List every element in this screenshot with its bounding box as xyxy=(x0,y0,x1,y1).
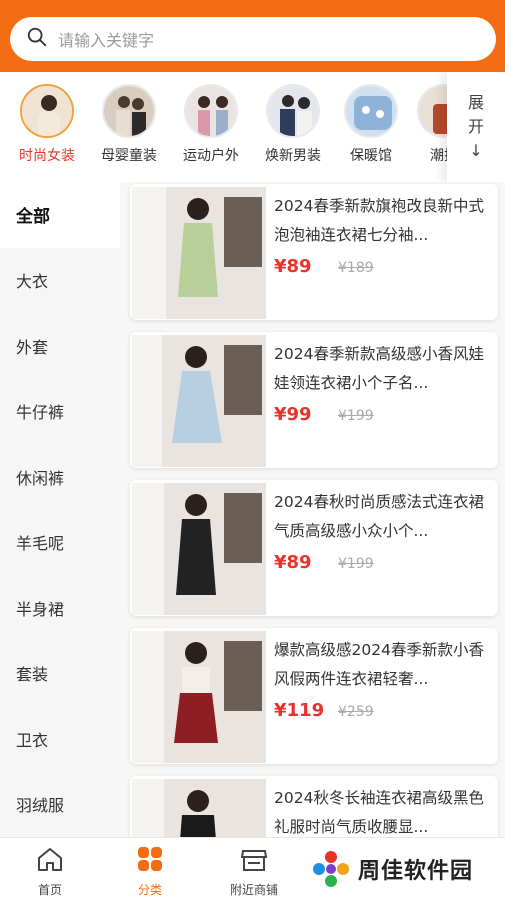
product-title: 2024秋冬长袖连衣裙高级黑色礼服时尚气质收腰显... xyxy=(274,789,484,836)
category-label: 保暖馆 xyxy=(350,148,392,164)
product-price: ¥119 xyxy=(274,700,325,721)
category-label: 母婴童装 xyxy=(101,148,157,164)
sidebar-item-suit[interactable]: 套装 xyxy=(0,641,120,707)
product-image xyxy=(132,335,266,467)
expand-label-1: 展 xyxy=(467,93,484,112)
tab-label: 首页 xyxy=(37,883,62,897)
dress-shape xyxy=(174,693,218,743)
sidebar-item-skirt[interactable]: 半身裙 xyxy=(0,575,120,641)
search-input[interactable]: 请输入关键字 xyxy=(58,27,154,51)
sidebar-item-wool[interactable]: 羊毛呢 xyxy=(0,510,120,576)
expand-label-2: 开 xyxy=(467,117,484,136)
dress-shape xyxy=(176,519,216,595)
category-sports-outdoor[interactable]: 运动户外 xyxy=(171,84,251,165)
sidebar-item-casual-pants[interactable]: 休闲裤 xyxy=(0,444,120,510)
product-original-price: ¥259 xyxy=(338,704,374,720)
watermark-text: 周佳软件园 xyxy=(358,859,474,884)
category-image xyxy=(266,84,320,138)
product-image xyxy=(132,187,266,319)
tab-label: 附近商铺 xyxy=(229,883,278,897)
product-card[interactable]: 2024春季新款高级感小香风娃娃领连衣裙小个子名... ¥99 ¥199 xyxy=(130,332,498,468)
category-men[interactable]: 焕新男装 xyxy=(253,84,333,165)
tab-label: 分类 xyxy=(137,883,162,897)
category-image xyxy=(102,84,156,138)
category-label: 焕新男装 xyxy=(265,148,321,164)
product-image xyxy=(132,779,266,837)
product-title: 2024春秋时尚质感法式连衣裙气质高级感小众小个... xyxy=(274,493,484,540)
product-card[interactable]: 爆款高级感2024春季新款小香风假两件连衣裙轻奢... ¥119 ¥259 xyxy=(130,628,498,764)
tab-nearby-stores[interactable]: 附近商铺 xyxy=(204,844,304,898)
product-title: 爆款高级感2024春季新款小香风假两件连衣裙轻奢... xyxy=(274,641,484,688)
watermark-logo xyxy=(313,851,349,887)
tab-category[interactable]: 分类 xyxy=(100,844,200,898)
product-title: 2024春季新款高级感小香风娃娃领连衣裙小个子名... xyxy=(274,345,484,392)
product-original-price: ¥199 xyxy=(338,408,374,424)
home-icon xyxy=(35,844,65,878)
product-card[interactable]: 2024春季新款旗袍改良新中式泡泡袖连衣裙七分袖... ¥89 ¥189 xyxy=(130,184,498,320)
search-icon xyxy=(26,26,48,52)
search-box[interactable]: 请输入关键字 xyxy=(10,17,496,61)
expand-button[interactable]: 展 开 ↓ xyxy=(447,72,505,182)
product-card[interactable]: 2024秋冬长袖连衣裙高级黑色礼服时尚气质收腰显... xyxy=(130,776,498,837)
product-image xyxy=(132,631,266,763)
product-title: 2024春季新款旗袍改良新中式泡泡袖连衣裙七分袖... xyxy=(274,197,484,244)
sidebar-item-jacket[interactable]: 外套 xyxy=(0,313,120,379)
category-strip: 时尚女装 母婴童装 运动户外 焕新男装 保暖馆 潮搭 展 开 ↓ xyxy=(0,72,505,182)
product-image xyxy=(132,483,266,615)
sidebar-item-hoodie[interactable]: 卫衣 xyxy=(0,706,120,772)
sidebar-item-all[interactable]: 全部 xyxy=(0,182,120,248)
product-original-price: ¥189 xyxy=(338,260,374,276)
grid-icon xyxy=(135,844,165,878)
category-image xyxy=(344,84,398,138)
category-baby-kids[interactable]: 母婴童装 xyxy=(89,84,169,165)
arrow-down-icon: ↓ xyxy=(469,141,483,160)
header-bar: 请输入关键字 xyxy=(0,0,505,72)
product-price: ¥89 xyxy=(274,552,312,573)
sidebar-item-down-jacket[interactable]: 羽绒服 xyxy=(0,772,120,838)
dress-shape xyxy=(178,223,218,297)
watermark: 周佳软件园 xyxy=(310,848,473,890)
product-card[interactable]: 2024春秋时尚质感法式连衣裙气质高级感小众小个... ¥89 ¥199 xyxy=(130,480,498,616)
tab-home[interactable]: 首页 xyxy=(0,844,100,898)
store-icon xyxy=(239,844,269,878)
product-price: ¥89 xyxy=(274,256,312,277)
product-original-price: ¥199 xyxy=(338,556,374,572)
dress-shape xyxy=(180,815,216,837)
product-price: ¥99 xyxy=(274,404,312,425)
category-label: 运动户外 xyxy=(183,148,239,164)
category-fashion-women[interactable]: 时尚女装 xyxy=(7,84,87,165)
category-image xyxy=(20,84,74,138)
product-list: 2024春季新款旗袍改良新中式泡泡袖连衣裙七分袖... ¥89 ¥189 202… xyxy=(120,182,505,837)
category-sidebar: 全部 大衣 外套 牛仔裤 休闲裤 羊毛呢 半身裙 套装 卫衣 羽绒服 xyxy=(0,182,120,837)
category-image xyxy=(184,84,238,138)
sidebar-item-coat[interactable]: 大衣 xyxy=(0,248,120,314)
category-warm[interactable]: 保暖馆 xyxy=(331,84,411,165)
category-label: 时尚女装 xyxy=(19,148,75,164)
sidebar-item-jeans[interactable]: 牛仔裤 xyxy=(0,379,120,445)
